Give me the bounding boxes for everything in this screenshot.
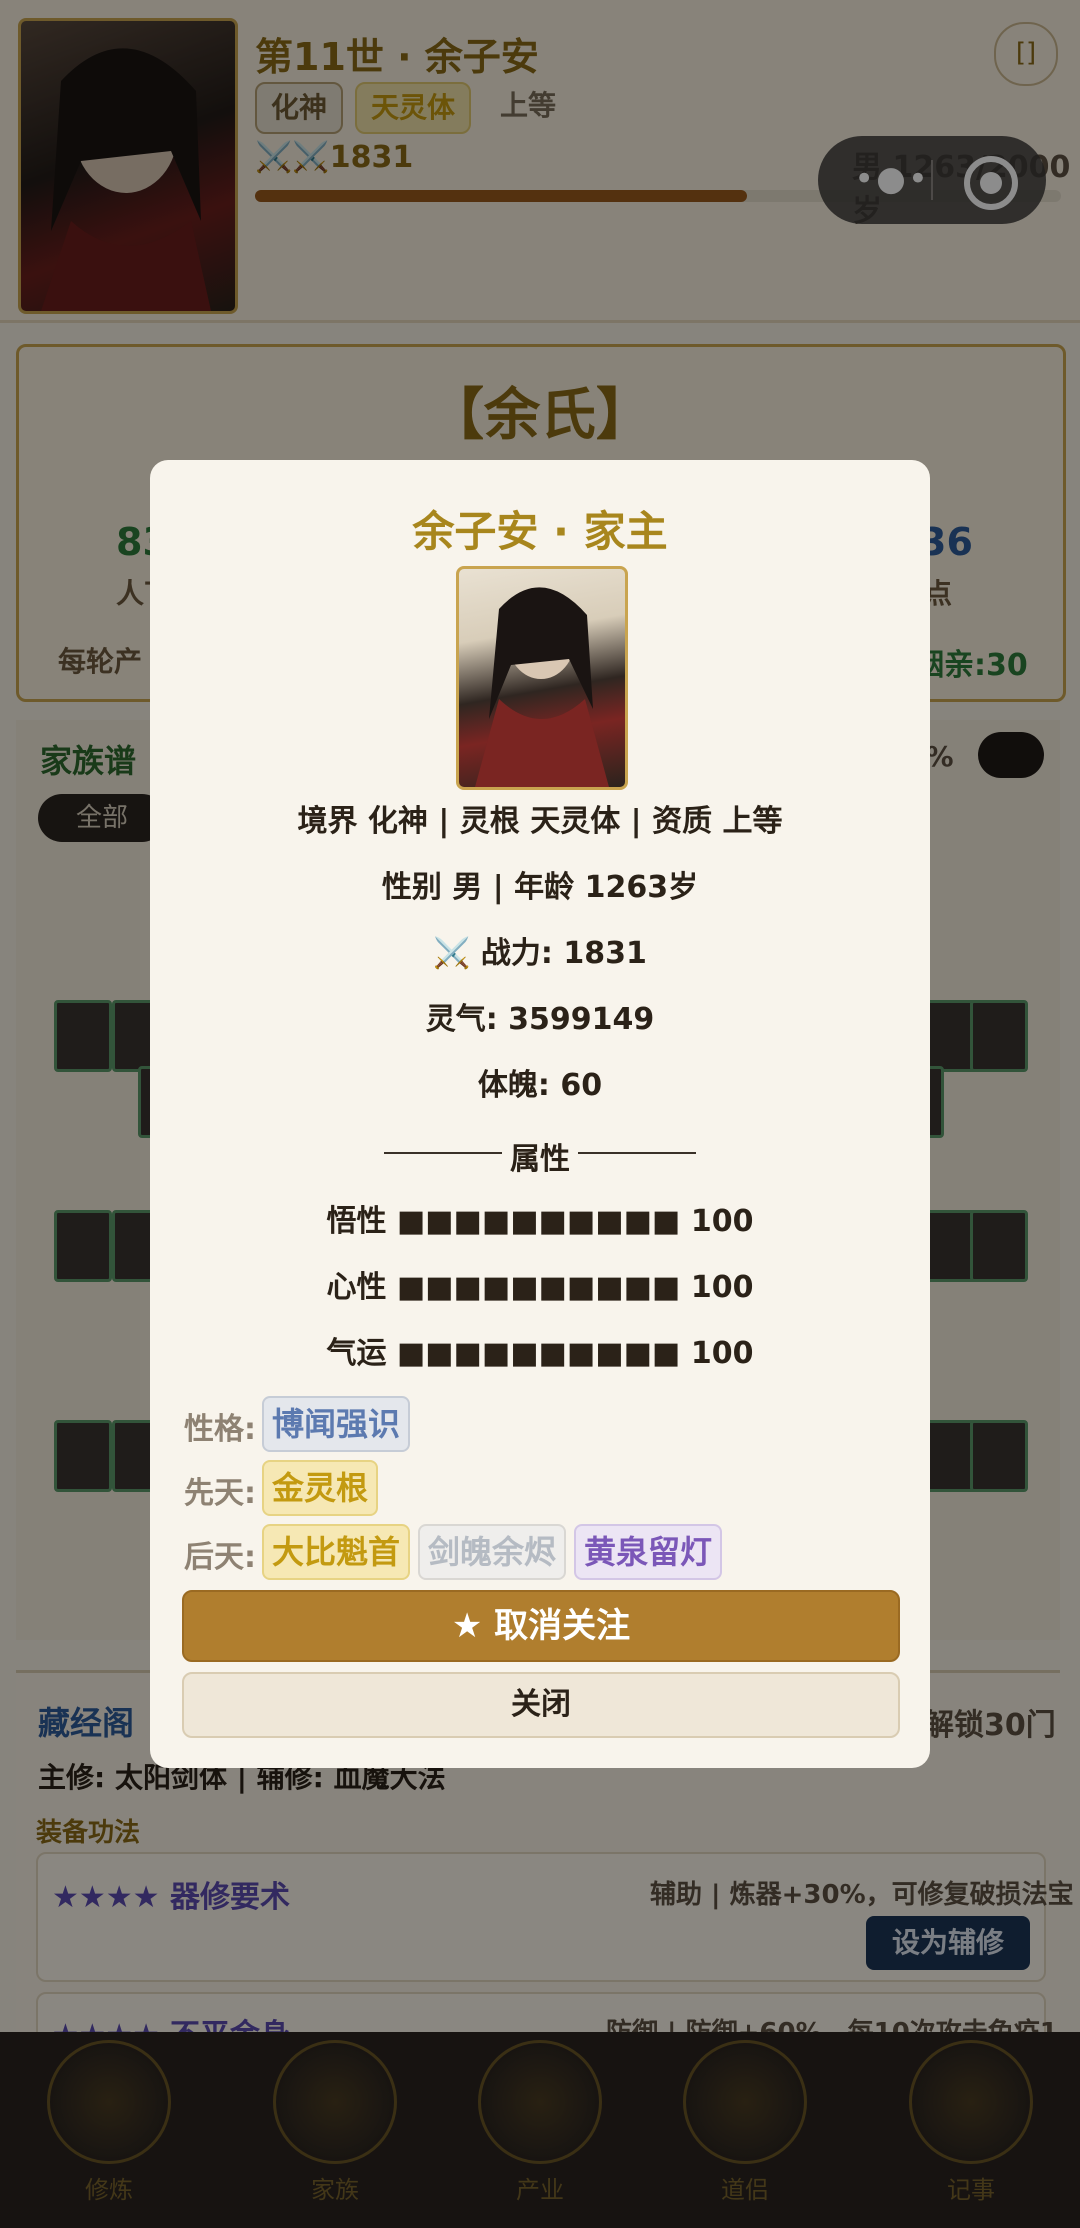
innate-label: 先天:	[184, 1476, 256, 1511]
acquired-trait[interactable]: 剑魄余烬	[418, 1524, 566, 1580]
physique: 体魄: 60	[477, 1068, 603, 1103]
attribute-row: 气运 ■■■■■■■■■■ 100	[150, 1328, 930, 1372]
attribute-bar: ■■■■■■■■■■	[396, 1204, 681, 1239]
attribute-row: 心性 ■■■■■■■■■■ 100	[150, 1262, 930, 1306]
spirit-qi: 灵气: 3599149	[425, 1002, 655, 1037]
innate-trait[interactable]: 金灵根	[262, 1460, 378, 1516]
combat-power: ⚔️ 战力: 1831	[433, 936, 647, 971]
attribute-value: 100	[690, 1336, 754, 1371]
attribute-name: 气运	[326, 1336, 387, 1371]
acquired-trait[interactable]: 大比魁首	[262, 1524, 410, 1580]
attribute-name: 悟性	[326, 1204, 387, 1239]
close-button[interactable]: 关闭	[182, 1672, 900, 1738]
attribute-name: 心性	[326, 1270, 387, 1305]
section-title: 属性	[510, 1142, 570, 1177]
acquired-label: 后天:	[184, 1540, 256, 1575]
attribute-value: 100	[690, 1270, 754, 1305]
attribute-bar: ■■■■■■■■■■	[396, 1270, 681, 1305]
acquired-trait[interactable]: 黄泉留灯	[574, 1524, 722, 1580]
attribute-bar: ■■■■■■■■■■	[396, 1336, 681, 1371]
modal-title: 余子安 · 家主	[412, 507, 668, 556]
personality-label: 性格:	[184, 1412, 256, 1447]
attribute-row: 悟性 ■■■■■■■■■■ 100	[150, 1196, 930, 1240]
realm-info: 境界 化神 | 灵根 天灵体 | 资质 上等	[297, 804, 783, 839]
section-divider-right	[578, 1152, 696, 1154]
portrait-art	[475, 587, 609, 787]
personality-trait[interactable]: 博闻强识	[262, 1396, 410, 1452]
gender-age-info: 性别 男 | 年龄 1263岁	[381, 870, 699, 905]
unfollow-button[interactable]: ★ 取消关注	[182, 1590, 900, 1662]
attribute-value: 100	[690, 1204, 754, 1239]
character-portrait	[456, 566, 628, 790]
